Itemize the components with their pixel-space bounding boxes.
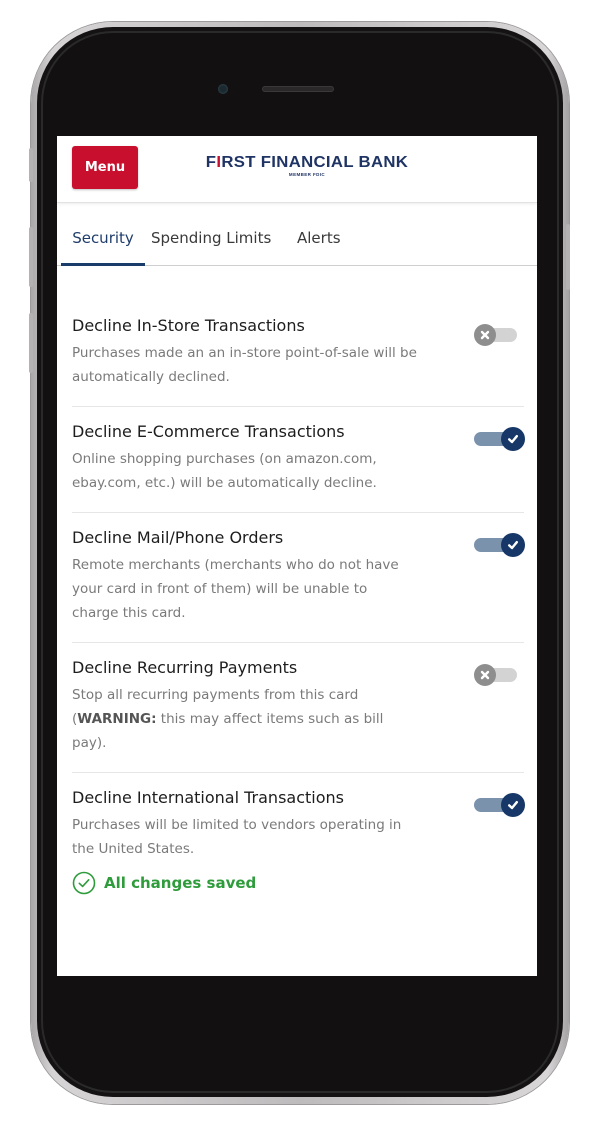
toggle-decline-e-commerce[interactable] [474, 426, 525, 452]
setting-description: Purchases will be limited to vendors ope… [72, 817, 402, 857]
setting-decline-mail-phone: Decline Mail/Phone Orders Remote merchan… [72, 513, 525, 643]
check-circle-icon [72, 871, 96, 895]
setting-title: Decline E-Commerce Transactions [72, 422, 345, 441]
save-status-text: All changes saved [104, 874, 257, 892]
checkmark-icon [508, 801, 518, 810]
toggle-decline-mail-phone[interactable] [474, 532, 525, 558]
logo-text-post: RST FINANCIAL BANK [221, 154, 409, 171]
earpiece-speaker [262, 86, 334, 92]
app-screen: Menu FIRST FINANCIAL BANK MEMBER FDIC Se… [57, 136, 537, 976]
front-camera-icon [218, 84, 228, 94]
toggle-knob [501, 427, 525, 451]
tab-alerts[interactable]: Alerts [297, 202, 341, 264]
tab-spending-limits[interactable]: Spending Limits [151, 202, 271, 264]
setting-description: Online shopping purchases (on amazon.com… [72, 451, 377, 491]
toggle-decline-recurring[interactable] [474, 662, 524, 688]
power-button [566, 224, 570, 290]
x-icon [480, 330, 490, 340]
logo-wordmark: FIRST FINANCIAL BANK [186, 155, 428, 171]
toggle-knob [474, 324, 496, 346]
toggle-knob [501, 793, 525, 817]
logo-subtitle: MEMBER FDIC [288, 172, 326, 177]
setting-description: Purchases made an an in-store point-of-s… [72, 345, 417, 385]
setting-decline-recurring: Decline Recurring Payments Stop all recu… [72, 643, 524, 773]
toggle-decline-international[interactable] [474, 792, 525, 818]
active-tab-indicator [61, 263, 145, 266]
setting-title: Decline Recurring Payments [72, 658, 298, 677]
setting-title: Decline International Transactions [72, 788, 344, 807]
volume-down-button [29, 313, 33, 373]
x-icon [480, 670, 490, 680]
bank-logo[interactable]: FIRST FINANCIAL BANK MEMBER FDIC [195, 155, 419, 181]
volume-up-button [29, 227, 33, 287]
setting-description: Stop all recurring payments from this ca… [72, 683, 417, 755]
security-settings-list: Decline In-Store Transactions Purchases … [72, 303, 525, 905]
menu-button[interactable]: Menu [72, 146, 138, 189]
save-status: All changes saved [72, 871, 524, 895]
tab-label: Security [72, 229, 134, 247]
tab-bar: Security Spending Limits Alerts [57, 202, 537, 266]
warning-label: WARNING: [77, 711, 157, 727]
setting-decline-e-commerce: Decline E-Commerce Transactions Online s… [72, 407, 525, 513]
logo-text-pre: F [205, 154, 217, 171]
toggle-knob [474, 664, 496, 686]
checkmark-icon [508, 435, 518, 444]
setting-decline-in-store: Decline In-Store Transactions Purchases … [72, 303, 524, 407]
setting-title: Decline Mail/Phone Orders [72, 528, 284, 547]
toggle-knob [501, 533, 525, 557]
mute-switch [29, 148, 33, 182]
tab-label: Alerts [297, 229, 341, 247]
setting-description: Remote merchants (merchants who do not h… [72, 557, 399, 621]
toggle-decline-in-store[interactable] [474, 322, 524, 348]
setting-title: Decline In-Store Transactions [72, 316, 305, 335]
app-header: Menu FIRST FINANCIAL BANK MEMBER FDIC [57, 136, 537, 203]
setting-decline-international: Decline International Transactions Purch… [72, 773, 525, 905]
tab-label: Spending Limits [151, 229, 272, 247]
tab-security[interactable]: Security [61, 202, 145, 266]
checkmark-icon [508, 541, 518, 550]
